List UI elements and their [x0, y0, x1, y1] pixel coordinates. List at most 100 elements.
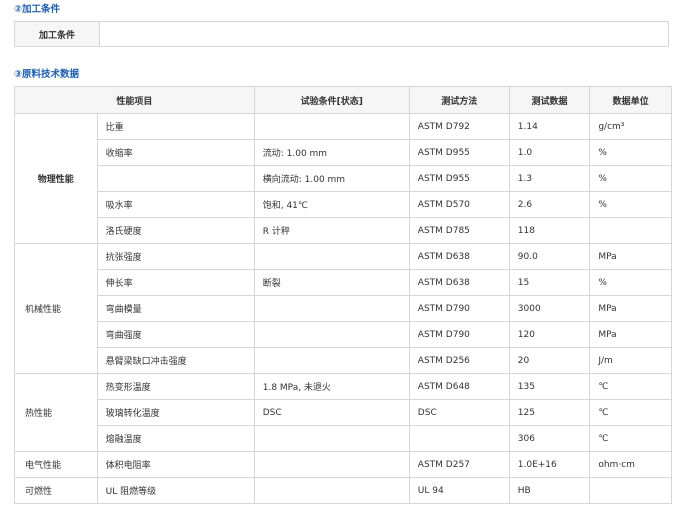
condition-cell [253, 321, 410, 348]
property-cell: 伸长率 [96, 269, 255, 296]
condition-cell [253, 347, 410, 374]
property-cell: 比重 [96, 113, 255, 140]
header-method: 测试方法 [408, 86, 510, 114]
data-section-title: ③原料技术数据 [14, 69, 80, 80]
processing-section-title: ②加工条件 [14, 4, 61, 15]
value-cell: 306 [508, 425, 591, 452]
property-cell [96, 165, 255, 192]
processing-table: 加工条件 [14, 21, 669, 47]
value-cell: 118 [508, 217, 591, 244]
property-cell: 悬臂梁缺口冲击强度 [96, 347, 255, 374]
property-cell: 洛氏硬度 [96, 217, 255, 244]
method-cell: ASTM D785 [408, 217, 510, 244]
method-cell: UL 94 [408, 477, 510, 504]
condition-cell [253, 425, 410, 452]
property-cell: 熔融温度 [96, 425, 255, 452]
property-cell: 体积电阻率 [96, 451, 255, 478]
condition-cell: 1.8 MPa, 未退火 [253, 373, 410, 400]
method-cell: ASTM D790 [408, 321, 510, 348]
property-cell: 热变形温度 [96, 373, 255, 400]
property-cell: 玻璃转化温度 [96, 399, 255, 426]
header-property: 性能项目 [14, 86, 255, 114]
table-row: 玻璃转化温度 DSC DSC 125 ℃ [15, 399, 672, 426]
condition-cell: 饱和, 41℃ [253, 191, 410, 218]
method-cell: ASTM D256 [408, 347, 510, 374]
value-cell: 15 [508, 269, 591, 296]
table-row: 洛氏硬度 R 计秤 ASTM D785 118 [15, 217, 672, 244]
method-cell: ASTM D790 [408, 295, 510, 322]
table-header-row: 性能项目 试验条件[状态] 测试方法 测试数据 数据单位 [14, 86, 672, 114]
unit-cell: ℃ [589, 399, 672, 426]
table-row: 伸长率 断裂 ASTM D638 15% [15, 269, 672, 296]
processing-value [99, 21, 669, 47]
unit-cell: MPa [589, 321, 672, 348]
value-cell: HB [508, 477, 591, 504]
condition-cell [253, 477, 410, 504]
property-cell: 吸水率 [96, 191, 255, 218]
value-cell: 1.0 [508, 139, 591, 166]
table-row: 吸水率 饱和, 41℃ ASTM D570 2.6% [15, 191, 672, 218]
header-condition: 试验条件[状态] [253, 86, 410, 114]
table-row: 悬臂梁缺口冲击强度 ASTM D256 20 J/m [15, 347, 672, 374]
method-cell: DSC [408, 399, 510, 426]
table-row: 可燃性 UL 阻燃等级 UL 94 HB [14, 477, 672, 504]
unit-cell: ℃ [589, 425, 672, 452]
unit-cell: % [589, 165, 672, 192]
value-cell: 2.6 [508, 191, 591, 218]
unit-cell: MPa [589, 243, 672, 270]
property-cell: 收缩率 [96, 139, 255, 166]
unit-cell: % [589, 139, 672, 166]
property-cell: 弯曲强度 [96, 321, 255, 348]
table-row: 横向流动: 1.00 mm ASTM D955 1.3% [15, 165, 672, 192]
category-cell: 机械性能 [14, 243, 98, 374]
table-row: 物理性能 比重 ASTM D792 1.14 g/cm³ [14, 113, 672, 244]
value-cell: 20 [508, 347, 591, 374]
method-cell [408, 425, 510, 452]
table-row: 熔融温度 306 ℃ [15, 425, 672, 452]
category-cell: 可燃性 [14, 477, 98, 504]
unit-cell: ohm·cm [589, 451, 672, 478]
value-cell: 125 [508, 399, 591, 426]
unit-cell: g/cm³ [589, 113, 672, 140]
value-cell: 135 [508, 373, 591, 400]
method-cell: ASTM D648 [408, 373, 510, 400]
table-row: 收缩率 流动: 1.00 mm ASTM D955 1.0% [15, 139, 672, 166]
method-cell: ASTM D792 [408, 113, 510, 140]
value-cell: 1.14 [508, 113, 591, 140]
condition-cell [253, 295, 410, 322]
method-cell: ASTM D257 [408, 451, 510, 478]
table-row: 电气性能 体积电阻率 ASTM D257 1.0E+16 ohm·cm [14, 451, 672, 478]
processing-label: 加工条件 [14, 21, 100, 47]
method-cell: ASTM D638 [408, 243, 510, 270]
condition-cell: 横向流动: 1.00 mm [253, 165, 410, 192]
category-cell: 热性能 [14, 373, 98, 452]
table-row: 机械性能 抗张强度 ASTM D638 90.0 MPa [14, 243, 672, 374]
unit-cell [589, 477, 672, 504]
condition-cell [253, 451, 410, 478]
method-cell: ASTM D570 [408, 191, 510, 218]
table-row: 弯曲模量 ASTM D790 3000 MPa [15, 295, 672, 322]
method-cell: ASTM D955 [408, 139, 510, 166]
value-cell: 90.0 [508, 243, 591, 270]
condition-cell: DSC [253, 399, 410, 426]
property-cell: UL 阻燃等级 [96, 477, 255, 504]
value-cell: 1.0E+16 [508, 451, 591, 478]
unit-cell [589, 217, 672, 244]
unit-cell: ℃ [589, 373, 672, 400]
unit-cell: % [589, 191, 672, 218]
table-row: 加工条件 [14, 21, 669, 47]
value-cell: 3000 [508, 295, 591, 322]
condition-cell [253, 243, 410, 270]
unit-cell: % [589, 269, 672, 296]
unit-cell: J/m [589, 347, 672, 374]
category-cell: 电气性能 [14, 451, 98, 478]
value-cell: 1.3 [508, 165, 591, 192]
property-cell: 抗张强度 [96, 243, 255, 270]
condition-cell [253, 113, 410, 140]
unit-cell: MPa [589, 295, 672, 322]
property-cell: 弯曲模量 [96, 295, 255, 322]
condition-cell: 断裂 [253, 269, 410, 296]
technical-data-table: 性能项目 试验条件[状态] 测试方法 测试数据 数据单位 物理性能 比重 ASTM … [14, 86, 672, 504]
header-value: 测试数据 [508, 86, 591, 114]
value-cell: 120 [508, 321, 591, 348]
